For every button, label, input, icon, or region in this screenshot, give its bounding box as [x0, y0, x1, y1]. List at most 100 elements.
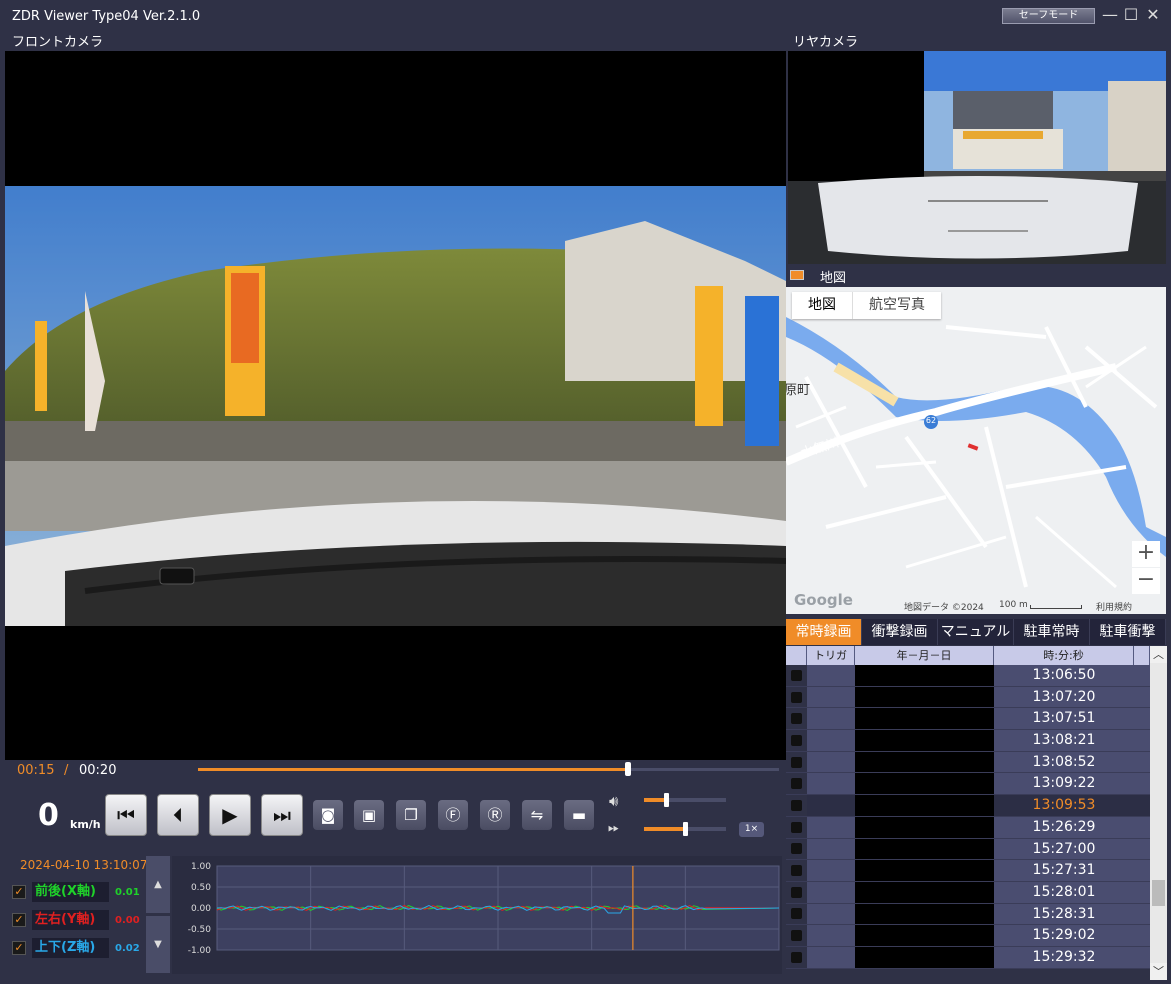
tab-parking-impact[interactable]: 駐車衝撃 — [1090, 619, 1166, 645]
snapshot-button[interactable]: ◙ — [313, 800, 343, 830]
minimize-icon[interactable]: — — [1101, 6, 1119, 24]
column-header-time[interactable]: 時:分:秒 — [994, 646, 1134, 665]
row-checkbox-cell[interactable] — [786, 730, 807, 751]
row-checkbox-cell[interactable] — [786, 665, 807, 686]
acceleration-graph[interactable]: 1.00 0.50 0.00 -0.50 -1.00 — [172, 856, 782, 974]
axis-x-checkbox[interactable]: ✓ — [12, 885, 26, 899]
row-checkbox-cell[interactable] — [786, 838, 807, 860]
table-row[interactable]: 13:06:50 — [786, 665, 1150, 687]
row-checkbox[interactable] — [791, 865, 802, 877]
rear-rotate-button[interactable]: Ⓡ — [480, 800, 510, 830]
rear-camera-video[interactable] — [788, 51, 1166, 264]
tab-manual-recording[interactable]: マニュアル — [938, 619, 1014, 645]
mirror-button[interactable]: ⇋ — [522, 800, 552, 830]
row-checkbox[interactable] — [791, 799, 802, 811]
map-view[interactable]: 地図 航空写真 原町 水無川 62 + − Google 地図データ ©2024… — [786, 287, 1166, 614]
column-header-extra — [1134, 646, 1150, 665]
table-row[interactable]: 13:07:51 — [786, 708, 1150, 731]
seek-handle[interactable] — [624, 762, 631, 776]
scroll-thumb[interactable] — [1152, 880, 1165, 906]
table-row[interactable]: 13:09:22 — [786, 773, 1150, 796]
front-rotate-button[interactable]: Ⓕ — [438, 800, 468, 830]
tab-impact-recording[interactable]: 衝撃録画 — [862, 619, 938, 645]
table-scrollbar[interactable]: ︿ ﹀ — [1150, 646, 1167, 980]
map-toggle-icon[interactable] — [790, 270, 804, 280]
maximize-icon[interactable]: ☐ — [1122, 6, 1140, 24]
table-row[interactable]: 15:26:29 — [786, 816, 1150, 839]
row-time-cell: 15:26:29 — [994, 816, 1134, 838]
row-checkbox-cell[interactable] — [786, 773, 807, 795]
row-time-cell: 13:06:50 — [994, 665, 1134, 686]
row-checkbox[interactable] — [791, 734, 802, 746]
safe-mode-button[interactable]: セーフモード — [1002, 8, 1095, 24]
rate-level — [644, 827, 685, 831]
row-checkbox-cell[interactable] — [786, 860, 807, 881]
play-button[interactable]: ▶ — [209, 794, 251, 836]
column-header-date[interactable]: 年－月－日 — [855, 646, 994, 665]
table-row[interactable]: 15:29:32 — [786, 946, 1150, 969]
table-row[interactable]: 13:07:20 — [786, 686, 1150, 709]
row-checkbox-cell[interactable] — [786, 708, 807, 730]
row-checkbox[interactable] — [791, 713, 802, 725]
scroll-down-icon[interactable]: ﹀ — [1150, 963, 1167, 980]
map-attribution[interactable]: 地図データ ©2024 — [904, 600, 984, 613]
row-checkbox[interactable] — [791, 951, 802, 963]
row-extra-cell — [1134, 946, 1150, 968]
zoom-out-button[interactable]: − — [1132, 568, 1160, 594]
row-checkbox-cell[interactable] — [786, 816, 807, 838]
row-checkbox[interactable] — [791, 691, 802, 703]
open-folder-button[interactable]: ▬ — [564, 800, 594, 830]
tab-parking-regular[interactable]: 駐車常時 — [1014, 619, 1090, 645]
volume-handle[interactable] — [664, 793, 670, 807]
table-row[interactable]: 13:09:53 — [786, 795, 1150, 817]
close-icon[interactable]: ✕ — [1144, 6, 1162, 24]
row-checkbox-cell[interactable] — [786, 946, 807, 968]
row-extra-cell — [1134, 708, 1150, 730]
table-row[interactable]: 15:27:31 — [786, 860, 1150, 882]
window-layout-button[interactable]: ❐ — [396, 800, 426, 830]
rate-handle[interactable] — [683, 822, 688, 836]
video-export-button[interactable]: ▣ — [354, 800, 384, 830]
front-camera-video[interactable] — [5, 51, 786, 760]
scroll-up-icon[interactable]: ︿ — [1150, 646, 1167, 663]
skip-to-start-button[interactable]: ⏮ — [105, 794, 147, 836]
axis-y-label: 左右(Y軸) — [32, 910, 109, 930]
table-row[interactable]: 13:08:21 — [786, 730, 1150, 752]
previous-frame-button[interactable]: ⏴ — [157, 794, 199, 836]
row-checkbox[interactable] — [791, 843, 802, 855]
graph-scroll-up-button[interactable]: ▲ — [146, 856, 170, 913]
row-checkbox-cell[interactable] — [786, 795, 807, 816]
row-checkbox[interactable] — [791, 886, 802, 898]
table-row[interactable]: 15:28:31 — [786, 903, 1150, 926]
row-checkbox-cell[interactable] — [786, 903, 807, 925]
row-checkbox[interactable] — [791, 756, 802, 768]
row-time-cell: 13:08:52 — [994, 751, 1134, 773]
row-checkbox[interactable] — [791, 669, 802, 681]
table-row[interactable]: 15:27:00 — [786, 838, 1150, 861]
row-checkbox-cell[interactable] — [786, 881, 807, 903]
row-checkbox[interactable] — [791, 778, 802, 790]
table-row[interactable]: 13:08:52 — [786, 751, 1150, 774]
zoom-in-button[interactable]: + — [1132, 541, 1160, 567]
tab-regular-recording[interactable]: 常時録画 — [786, 619, 862, 645]
row-date-cell — [855, 730, 994, 751]
row-checkbox-cell[interactable] — [786, 751, 807, 773]
table-row[interactable]: 15:29:02 — [786, 925, 1150, 947]
row-checkbox-cell[interactable] — [786, 686, 807, 708]
map-tab-map[interactable]: 地図 — [792, 292, 853, 319]
volume-icon[interactable]: 🔊︎ — [609, 792, 618, 810]
row-trigger-cell — [807, 860, 855, 881]
map-tab-satellite[interactable]: 航空写真 — [853, 292, 941, 319]
table-row[interactable]: 15:28:01 — [786, 881, 1150, 904]
column-header-trigger[interactable]: トリガ — [807, 646, 855, 665]
graph-scroll-down-button[interactable]: ▼ — [146, 916, 170, 973]
row-checkbox[interactable] — [791, 908, 802, 920]
row-trigger-cell — [807, 773, 855, 795]
row-checkbox-cell[interactable] — [786, 925, 807, 946]
axis-z-checkbox[interactable]: ✓ — [12, 941, 26, 955]
row-checkbox[interactable] — [791, 930, 802, 942]
row-checkbox[interactable] — [791, 821, 802, 833]
axis-y-checkbox[interactable]: ✓ — [12, 913, 26, 927]
skip-to-end-button[interactable]: ⏭ — [261, 794, 303, 836]
map-terms-link[interactable]: 利用規約 — [1096, 600, 1132, 613]
